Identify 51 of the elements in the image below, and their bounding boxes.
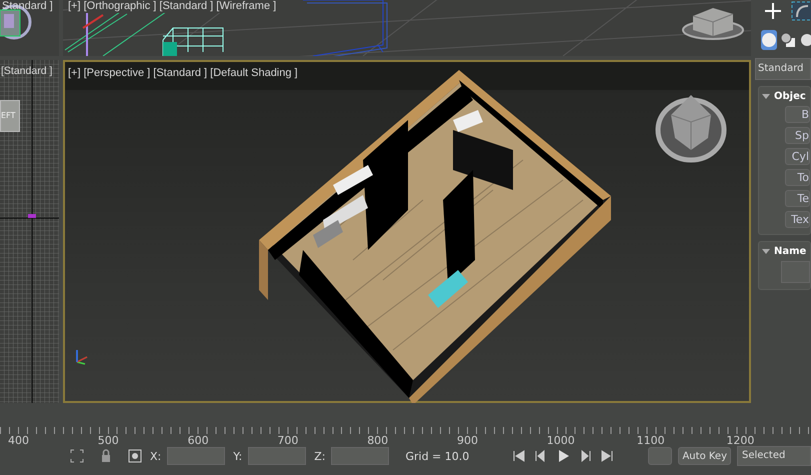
object-type-button[interactable]: To (785, 169, 810, 186)
category-button[interactable] (761, 30, 777, 50)
viewport[interactable]: [+] [Orthographic ] [Standard ] [Wireframe ] (63, 0, 751, 56)
frame-number: 500 (98, 434, 120, 447)
lock-icon[interactable] (100, 449, 112, 463)
frame-number: 600 (188, 434, 210, 447)
frame-number: 700 (277, 434, 300, 447)
object-type-button[interactable]: Cyl (785, 148, 810, 165)
frame-number: 800 (367, 434, 390, 447)
snap-icon[interactable] (128, 449, 142, 463)
expand-arrow-icon[interactable] (762, 249, 770, 254)
viewport-label[interactable]: [+] [Perspective ] [Standard ] [Default Shading ] (68, 67, 298, 80)
frame-number: 400 (8, 434, 30, 447)
viewcube-icon[interactable] (656, 95, 726, 162)
viewport[interactable]: Standard ] (0, 0, 59, 56)
plus-icon[interactable] (765, 3, 781, 19)
coordinate-label: Y: (233, 450, 242, 462)
frame-number: 1200 (726, 434, 756, 447)
expand-arrow-icon[interactable] (762, 94, 770, 99)
name-field[interactable] (781, 261, 810, 283)
viewport-label[interactable]: [Standard ] (1, 65, 52, 78)
frame-number: 1000 (546, 434, 576, 447)
viewcube-icon[interactable] (682, 8, 744, 40)
grid-size-text: Grid = 10.0 (405, 450, 470, 462)
frame-number: 900 (456, 434, 479, 447)
object-type-button[interactable]: Te (785, 190, 810, 207)
coordinate-field[interactable] (331, 447, 390, 465)
selection-bracket-icon[interactable] (70, 449, 84, 463)
axis-tripod-icon (76, 349, 88, 365)
object-marker-icon (28, 214, 36, 218)
go-to-end-icon[interactable] (600, 449, 614, 463)
viewport-label[interactable]: Standard ] (2, 0, 53, 13)
object-type-button[interactable]: Sp (785, 127, 810, 144)
timeline-ruler[interactable]: 400 500 600 700 800 900 1000 1100 1200 (0, 425, 811, 447)
frame-number: 1100 (636, 434, 666, 447)
viewport-label[interactable]: [+] [Orthographic ] [Standard ] [Wireframe ] (68, 0, 278, 13)
coordinate-label: X: (150, 450, 162, 462)
auto-key-button[interactable]: Auto Key (678, 447, 731, 465)
rollout-title[interactable]: Objec (774, 91, 806, 102)
dropdown[interactable]: Standard (755, 58, 811, 80)
coordinate-label: Z: (314, 450, 326, 462)
curve-icon[interactable] (791, 1, 811, 21)
viewport[interactable]: [Standard ] EFT (0, 60, 59, 403)
coordinate-field[interactable] (167, 447, 226, 465)
key-mode-dropdown[interactable]: Selected (737, 446, 811, 466)
go-to-start-icon[interactable] (512, 449, 526, 463)
perspective-viewport[interactable]: [+] [Perspective ] [Standard ] [Default Shading ] (63, 60, 751, 403)
coordinate-field[interactable] (248, 447, 306, 465)
object-type-button[interactable]: Tex (785, 211, 810, 228)
object-type-button[interactable]: B (785, 106, 810, 123)
rollout-title[interactable]: Name (774, 246, 806, 257)
